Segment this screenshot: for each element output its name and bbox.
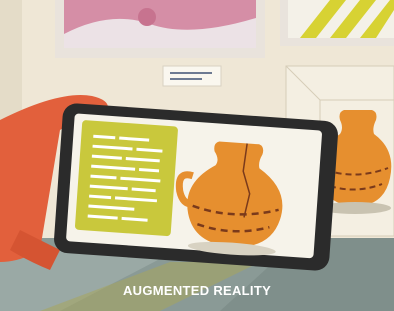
painting-icon [55, 0, 265, 58]
wall-label-icon [162, 65, 222, 87]
illustration-stage: AUGMENTED REALITY [0, 0, 394, 311]
striped-painting-icon [280, 0, 394, 46]
smartphone-icon [54, 103, 338, 271]
augmented-reality-illustration [0, 0, 394, 311]
caption: AUGMENTED REALITY [122, 283, 272, 298]
